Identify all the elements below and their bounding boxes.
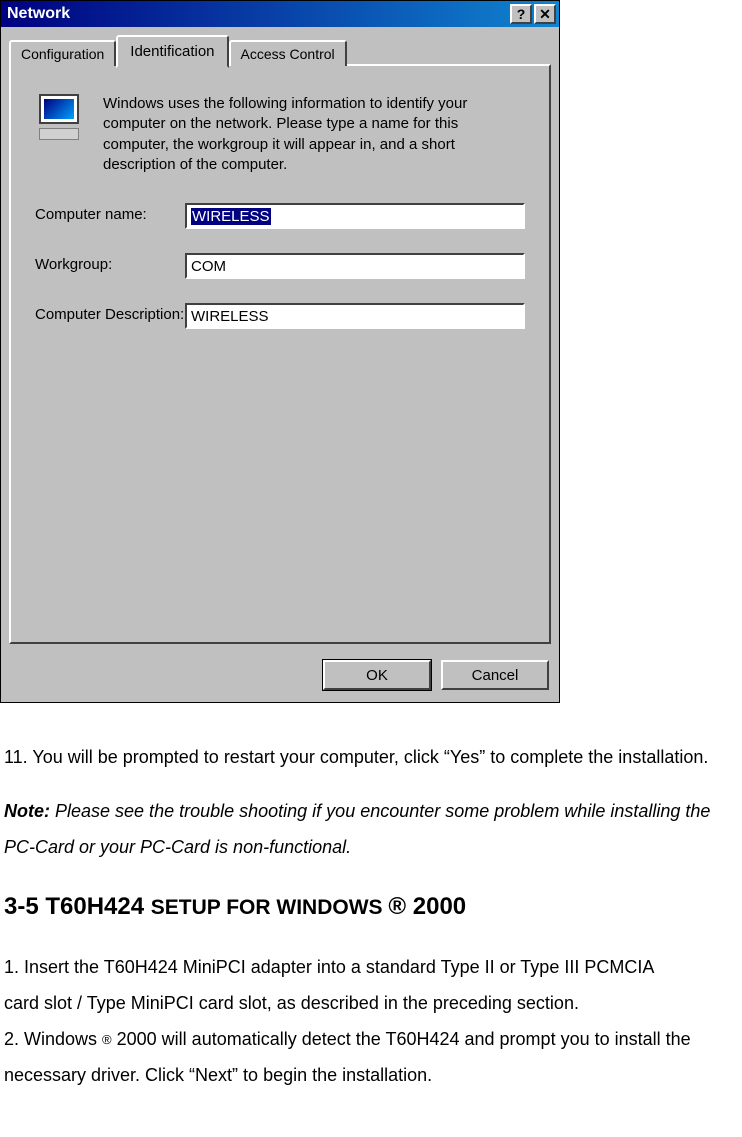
tab-identification[interactable]: Identification: [116, 35, 228, 68]
help-button[interactable]: ?: [510, 4, 532, 24]
titlebar: Network ? ✕: [1, 1, 559, 27]
document-body: 11. You will be prompted to restart your…: [0, 703, 742, 1111]
note-text: Please see the trouble shooting if you e…: [4, 801, 710, 857]
close-icon: ✕: [539, 6, 551, 23]
note-label: Note:: [4, 801, 50, 821]
workgroup-input[interactable]: COM: [185, 253, 525, 279]
step-2-line-b: necessary driver. Click “Next” to begin …: [4, 1057, 738, 1093]
workgroup-label: Workgroup:: [35, 253, 185, 273]
computer-icon: [35, 94, 85, 142]
computer-name-input[interactable]: WIRELESS: [185, 203, 525, 229]
computer-description-label: Computer Description:: [35, 303, 185, 323]
cancel-button[interactable]: Cancel: [441, 660, 549, 690]
step-1-line-a: 1. Insert the T60H424 MiniPCI adapter in…: [4, 949, 738, 985]
section-heading: 3-5 T60H424 SETUP FOR WINDOWS ® 2000: [4, 883, 738, 931]
step-2-line-a: 2. Windows ® 2000 will automatically det…: [4, 1021, 738, 1057]
dialog-button-row: OK Cancel: [1, 650, 559, 702]
ok-button[interactable]: OK: [323, 660, 431, 690]
tab-strip: Configuration Identification Access Cont…: [9, 35, 551, 66]
tab-configuration[interactable]: Configuration: [9, 40, 116, 66]
workgroup-value: COM: [191, 258, 226, 275]
note-paragraph: Note: Please see the trouble shooting if…: [4, 793, 738, 865]
window-title: Network: [7, 5, 510, 23]
close-button[interactable]: ✕: [534, 4, 556, 24]
identification-panel: Windows uses the following information t…: [9, 64, 551, 644]
step-1-line-b: card slot / Type MiniPCI card slot, as d…: [4, 985, 738, 1021]
computer-description-input[interactable]: WIRELESS: [185, 303, 525, 329]
network-dialog: Network ? ✕ Configuration Identification…: [0, 0, 560, 703]
tab-access-control[interactable]: Access Control: [229, 40, 347, 66]
computer-name-label: Computer name:: [35, 203, 185, 223]
computer-description-value: WIRELESS: [191, 308, 269, 325]
computer-name-value: WIRELESS: [191, 208, 271, 225]
panel-description: Windows uses the following information t…: [103, 94, 525, 175]
step-11: 11. You will be prompted to restart your…: [4, 739, 738, 775]
